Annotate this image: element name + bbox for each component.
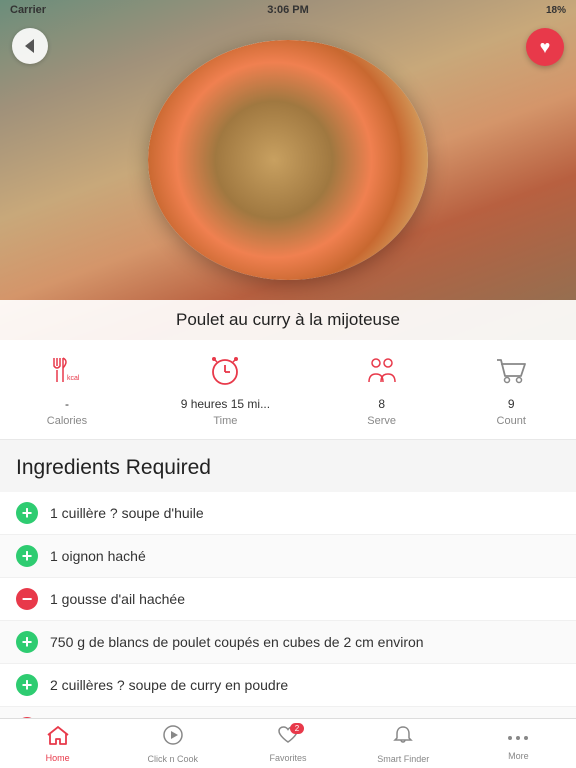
stats-row: kcal - Calories 9 heures 15 mi... Time bbox=[0, 340, 576, 440]
plate bbox=[148, 40, 428, 280]
favorites-badge: 2 bbox=[290, 723, 304, 734]
home-icon bbox=[47, 725, 69, 751]
ingredient-toggle[interactable]: + bbox=[16, 674, 38, 696]
nav-item-favorites[interactable]: 2 Favorites bbox=[230, 721, 345, 767]
ingredient-item: − 1 cuillère ? café de curcuma bbox=[0, 707, 576, 718]
battery-label: 18% bbox=[546, 5, 566, 16]
ingredient-item: − 1 gousse d'ail hachée bbox=[0, 578, 576, 621]
status-bar: Carrier 3:06 PM 18% bbox=[0, 0, 576, 20]
time-value: 9 heures 15 mi... bbox=[181, 397, 270, 411]
ingredient-item: + 1 oignon haché bbox=[0, 535, 576, 578]
stat-calories: kcal - Calories bbox=[47, 352, 87, 427]
ingredient-text: 1 gousse d'ail hachée bbox=[50, 591, 185, 607]
back-button[interactable] bbox=[12, 28, 48, 64]
calories-icon: kcal bbox=[49, 352, 85, 393]
ingredients-section: Ingredients Required + 1 cuillère ? soup… bbox=[0, 440, 576, 718]
carrier-label: Carrier bbox=[10, 4, 46, 16]
nav-item-smart-finder[interactable]: Smart Finder bbox=[346, 720, 461, 768]
nav-item-more[interactable]: More bbox=[461, 722, 576, 765]
ingredient-text: 1 oignon haché bbox=[50, 548, 146, 564]
calories-value: - bbox=[65, 397, 69, 411]
hero-title-bar: Poulet au curry à la mijoteuse bbox=[0, 300, 576, 340]
ingredients-title: Ingredients Required bbox=[0, 440, 576, 492]
ingredient-toggle[interactable]: + bbox=[16, 545, 38, 567]
serve-label: Serve bbox=[367, 415, 396, 427]
favorites-nav-label: Favorites bbox=[270, 753, 307, 763]
hero-image: Poulet au curry à la mijoteuse bbox=[0, 0, 576, 340]
ingredient-text: 750 g de blancs de poulet coupés en cube… bbox=[50, 634, 424, 650]
count-label: Count bbox=[497, 415, 526, 427]
calories-label: Calories bbox=[47, 415, 87, 427]
time-label: Time bbox=[213, 415, 237, 427]
cart-icon bbox=[493, 352, 529, 393]
people-icon bbox=[364, 352, 400, 393]
clock-icon bbox=[207, 352, 243, 393]
dots-icon bbox=[507, 726, 529, 749]
count-value: 9 bbox=[508, 397, 515, 411]
bottom-nav: Home Click n Cook 2 Favorites Smart F bbox=[0, 718, 576, 768]
smart-finder-nav-label: Smart Finder bbox=[377, 754, 429, 764]
ingredient-toggle[interactable]: + bbox=[16, 631, 38, 653]
stat-serve: 8 Serve bbox=[364, 352, 400, 427]
bell-icon bbox=[392, 724, 414, 752]
food-content bbox=[148, 40, 428, 280]
ingredient-item: + 2 cuillères ? soupe de curry en poudre bbox=[0, 664, 576, 707]
serve-value: 8 bbox=[378, 397, 385, 411]
click-cook-nav-label: Click n Cook bbox=[148, 754, 199, 764]
nav-item-click-cook[interactable]: Click n Cook bbox=[115, 720, 230, 768]
svg-text:kcal: kcal bbox=[67, 375, 80, 382]
more-nav-label: More bbox=[508, 751, 529, 761]
ingredient-text: 2 cuillères ? soupe de curry en poudre bbox=[50, 677, 288, 693]
nav-item-home[interactable]: Home bbox=[0, 721, 115, 767]
ingredients-list: + 1 cuillère ? soupe d'huile + 1 oignon … bbox=[0, 492, 576, 718]
time-label: 3:06 PM bbox=[267, 4, 309, 16]
stat-count: 9 Count bbox=[493, 352, 529, 427]
ingredient-toggle[interactable]: + bbox=[16, 502, 38, 524]
home-nav-label: Home bbox=[46, 753, 70, 763]
ingredient-toggle[interactable]: − bbox=[16, 588, 38, 610]
stat-time: 9 heures 15 mi... Time bbox=[181, 352, 270, 427]
favorite-button[interactable]: ♥ bbox=[526, 28, 564, 66]
food-image bbox=[0, 0, 576, 340]
play-circle-icon bbox=[162, 724, 184, 752]
ingredient-item: + 1 cuillère ? soupe d'huile bbox=[0, 492, 576, 535]
ingredient-item: + 750 g de blancs de poulet coupés en cu… bbox=[0, 621, 576, 664]
back-chevron-icon bbox=[25, 39, 34, 53]
recipe-title: Poulet au curry à la mijoteuse bbox=[176, 310, 400, 329]
heart-icon: ♥ bbox=[540, 38, 551, 56]
ingredient-text: 1 cuillère ? soupe d'huile bbox=[50, 505, 204, 521]
